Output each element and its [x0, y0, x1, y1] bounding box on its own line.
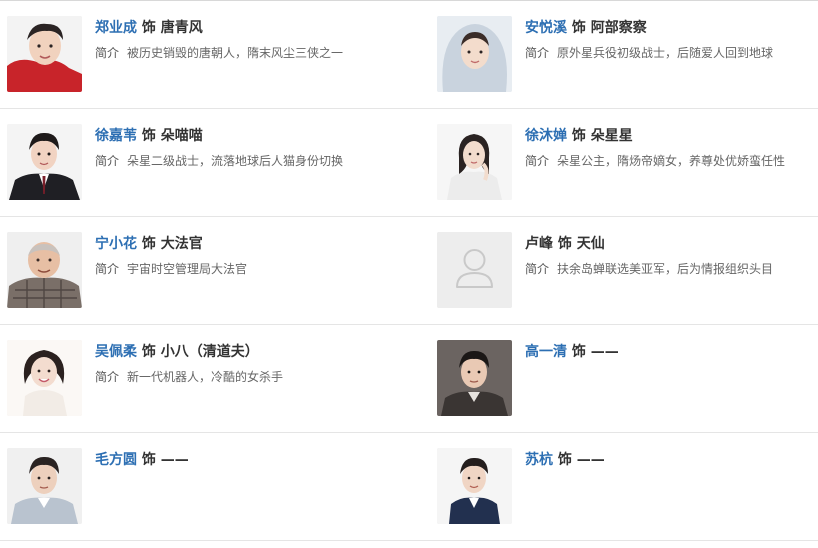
bio-label: 简介 — [525, 46, 550, 60]
actor-name-link[interactable]: 徐沐婵 — [525, 128, 567, 144]
actor-photo[interactable] — [437, 124, 512, 200]
cast-row: 吴佩柔 饰 小八（清道夫） 简介 新一代机器人，冷酷的女杀手 高一清 饰 —— — [0, 325, 818, 433]
bio-text: 扶余岛蝉联选美亚军，后为情报组织头目 — [557, 262, 774, 276]
bio-text: 朵星二级战士，流落地球后人猫身份切换 — [127, 154, 344, 168]
actor-photo[interactable] — [437, 16, 512, 92]
as-word: 饰 — [141, 20, 156, 36]
cast-card: 安悦溪 饰 阿部察察 简介 原外星兵役初级战士，后随爱人回到地球 — [437, 16, 812, 94]
role-name: 小八（清道夫） — [160, 344, 259, 360]
cast-row: 宁小花 饰 大法官 简介 宇宙时空管理局大法官 卢峰 饰 天仙 简介 扶余岛蝉联… — [0, 217, 818, 325]
bio-line: 简介 原外星兵役初级战士，后随爱人回到地球 — [525, 45, 812, 61]
cast-name-line: 吴佩柔 饰 小八（清道夫） — [95, 343, 427, 361]
actor-name-link[interactable]: 吴佩柔 — [95, 344, 137, 360]
as-word: 饰 — [141, 452, 156, 468]
actor-photo[interactable] — [7, 16, 82, 92]
bio-label: 简介 — [95, 262, 120, 276]
actor-name-link[interactable]: 郑业成 — [95, 20, 137, 36]
bio-label: 简介 — [525, 262, 550, 276]
role-name: 朵喵喵 — [160, 128, 203, 144]
cast-name-line: 安悦溪 饰 阿部察察 — [525, 19, 812, 37]
actor-name-link[interactable]: 苏杭 — [525, 452, 553, 468]
role-name: 天仙 — [576, 236, 605, 252]
actor-photo[interactable] — [7, 124, 82, 200]
role-name: 朵星星 — [590, 128, 633, 144]
cast-name-line: 卢峰 饰 天仙 — [525, 235, 812, 253]
cast-name-line: 徐沐婵 饰 朵星星 — [525, 127, 812, 145]
bio-text: 被历史销毁的唐朝人，隋末风尘三侠之一 — [127, 46, 344, 60]
bio-label: 简介 — [95, 154, 120, 168]
cast-card: 高一清 饰 —— — [437, 340, 812, 418]
bio-line: 简介 新一代机器人，冷酷的女杀手 — [95, 369, 427, 385]
cast-row: 毛方圆 饰 —— 苏杭 饰 —— — [0, 433, 818, 541]
bio-label: 简介 — [95, 46, 120, 60]
actor-photo[interactable] — [437, 448, 512, 524]
cast-name-line: 宁小花 饰 大法官 — [95, 235, 427, 253]
role-name: —— — [590, 344, 619, 360]
cast-card: 苏杭 饰 —— — [437, 448, 812, 526]
bio-text: 宇宙时空管理局大法官 — [127, 262, 248, 276]
cast-name-line: 毛方圆 饰 —— — [95, 451, 427, 469]
as-word: 饰 — [141, 128, 156, 144]
cast-name-line: 高一清 饰 —— — [525, 343, 812, 361]
actor-name-link[interactable]: 徐嘉苇 — [95, 128, 137, 144]
as-word: 饰 — [557, 452, 572, 468]
as-word: 饰 — [141, 344, 156, 360]
role-name: 大法官 — [160, 236, 203, 252]
cast-card: 徐沐婵 饰 朵星星 简介 朵星公主，隋炀帝嫡女，养尊处优娇蛮任性 — [437, 124, 812, 202]
role-name: 唐青风 — [160, 20, 203, 36]
cast-card: 卢峰 饰 天仙 简介 扶余岛蝉联选美亚军，后为情报组织头目 — [437, 232, 812, 310]
actor-name-link[interactable]: 宁小花 — [95, 236, 137, 252]
actor-photo[interactable] — [7, 340, 82, 416]
cast-card: 郑业成 饰 唐青风 简介 被历史销毁的唐朝人，隋末风尘三侠之一 — [7, 16, 427, 94]
bio-line: 简介 朵星二级战士，流落地球后人猫身份切换 — [95, 153, 427, 169]
cast-card: 宁小花 饰 大法官 简介 宇宙时空管理局大法官 — [7, 232, 427, 310]
bio-label: 简介 — [525, 154, 550, 168]
role-name: —— — [160, 452, 189, 468]
cast-row: 郑业成 饰 唐青风 简介 被历史销毁的唐朝人，隋末风尘三侠之一 安悦溪 饰 阿部… — [0, 1, 818, 109]
bio-text: 新一代机器人，冷酷的女杀手 — [127, 370, 284, 384]
actor-photo[interactable] — [7, 448, 82, 524]
actor-name-link[interactable]: 安悦溪 — [525, 20, 567, 36]
cast-list: 郑业成 饰 唐青风 简介 被历史销毁的唐朝人，隋末风尘三侠之一 安悦溪 饰 阿部… — [0, 1, 818, 541]
role-name: —— — [576, 452, 605, 468]
cast-name-line: 苏杭 饰 —— — [525, 451, 812, 469]
as-word: 饰 — [571, 20, 586, 36]
cast-card: 吴佩柔 饰 小八（清道夫） 简介 新一代机器人，冷酷的女杀手 — [7, 340, 427, 418]
as-word: 饰 — [141, 236, 156, 252]
actor-photo[interactable] — [437, 340, 512, 416]
person-placeholder-icon — [437, 232, 512, 308]
bio-label: 简介 — [95, 370, 120, 384]
bio-text: 朵星公主，隋炀帝嫡女，养尊处优娇蛮任性 — [557, 154, 786, 168]
as-word: 饰 — [571, 344, 586, 360]
bio-line: 简介 朵星公主，隋炀帝嫡女，养尊处优娇蛮任性 — [525, 153, 812, 169]
as-word: 饰 — [571, 128, 586, 144]
as-word: 饰 — [557, 236, 572, 252]
placeholder-avatar[interactable] — [437, 232, 512, 308]
cast-card: 毛方圆 饰 —— — [7, 448, 427, 526]
bio-text: 原外星兵役初级战士，后随爱人回到地球 — [557, 46, 774, 60]
bio-line: 简介 被历史销毁的唐朝人，隋末风尘三侠之一 — [95, 45, 427, 61]
actor-name: 卢峰 — [525, 236, 553, 252]
cast-row: 徐嘉苇 饰 朵喵喵 简介 朵星二级战士，流落地球后人猫身份切换 徐沐婵 饰 朵星… — [0, 109, 818, 217]
cast-card: 徐嘉苇 饰 朵喵喵 简介 朵星二级战士，流落地球后人猫身份切换 — [7, 124, 427, 202]
bio-line: 简介 宇宙时空管理局大法官 — [95, 261, 427, 277]
cast-name-line: 郑业成 饰 唐青风 — [95, 19, 427, 37]
actor-photo[interactable] — [7, 232, 82, 308]
cast-name-line: 徐嘉苇 饰 朵喵喵 — [95, 127, 427, 145]
actor-name-link[interactable]: 毛方圆 — [95, 452, 137, 468]
bio-line: 简介 扶余岛蝉联选美亚军，后为情报组织头目 — [525, 261, 812, 277]
role-name: 阿部察察 — [590, 20, 647, 36]
actor-name-link[interactable]: 高一清 — [525, 344, 567, 360]
